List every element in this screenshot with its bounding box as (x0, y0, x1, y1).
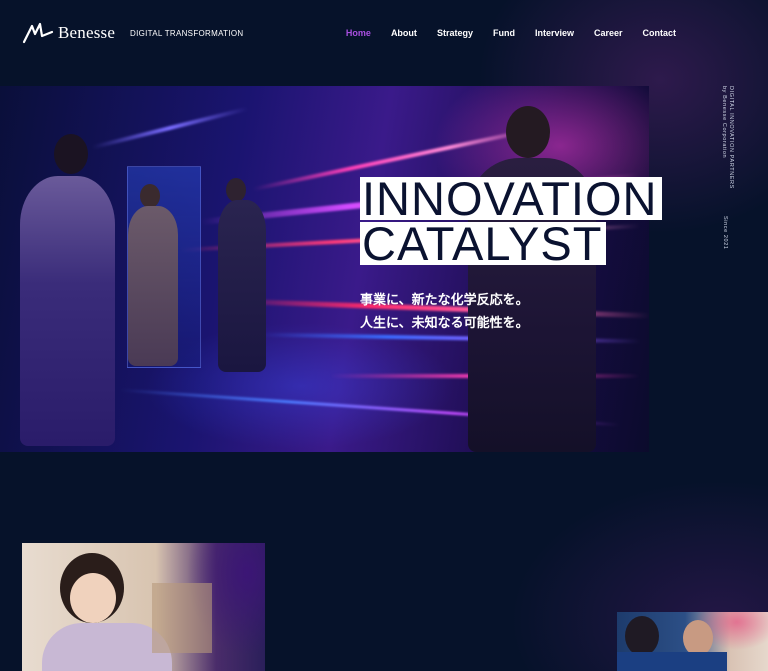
person-head (54, 134, 88, 174)
student-photo-card[interactable] (22, 543, 265, 671)
nav-strategy[interactable]: Strategy (437, 28, 473, 38)
nav-career[interactable]: Career (594, 28, 623, 38)
person-head (140, 184, 160, 208)
person-face (683, 620, 713, 656)
shelf-decoration (152, 583, 212, 653)
benesse-logo[interactable]: Benesse (22, 22, 115, 44)
light-streak (91, 106, 249, 150)
tagline-line-1: 事業に、新たな化学反応を。 (360, 292, 529, 307)
person-head (226, 178, 246, 202)
headline-line-1: INNOVATION (360, 175, 662, 222)
team-photo-card[interactable] (617, 612, 768, 671)
site-header: Benesse DIGITAL TRANSFORMATION Home Abou… (0, 0, 768, 68)
hero-tagline: 事業に、新たな化学反応を。 人生に、未知なる可能性を。 (360, 288, 529, 334)
side-line-2: by Benesse Corporation (721, 86, 727, 159)
since-label: Since 2021 (722, 216, 728, 250)
nav-contact[interactable]: Contact (643, 28, 677, 38)
nav-about[interactable]: About (391, 28, 417, 38)
person-head (625, 616, 659, 656)
main-nav: Home About Strategy Fund Interview Caree… (346, 28, 676, 38)
nav-fund[interactable]: Fund (493, 28, 515, 38)
person-silhouette (218, 200, 266, 372)
benesse-bird-icon (22, 22, 54, 44)
person-silhouette (128, 206, 178, 366)
person-silhouette (20, 176, 115, 446)
tagline-line-2: 人生に、未知なる可能性を。 (360, 315, 529, 330)
nav-home[interactable]: Home (346, 28, 371, 38)
nav-interview[interactable]: Interview (535, 28, 574, 38)
person-body (617, 652, 727, 671)
division-label: DIGITAL TRANSFORMATION (130, 29, 244, 38)
side-line-1: DIGITAL INNOVATION PARTNERS (728, 86, 734, 189)
person-head (506, 106, 550, 158)
hero-headline: INNOVATION CATALYST (360, 175, 662, 267)
side-tagline: DIGITAL INNOVATION PARTNERS by Benesse C… (720, 86, 734, 189)
logo-text: Benesse (58, 23, 116, 42)
headline-line-2: CATALYST (360, 220, 607, 267)
student-face (70, 573, 116, 623)
